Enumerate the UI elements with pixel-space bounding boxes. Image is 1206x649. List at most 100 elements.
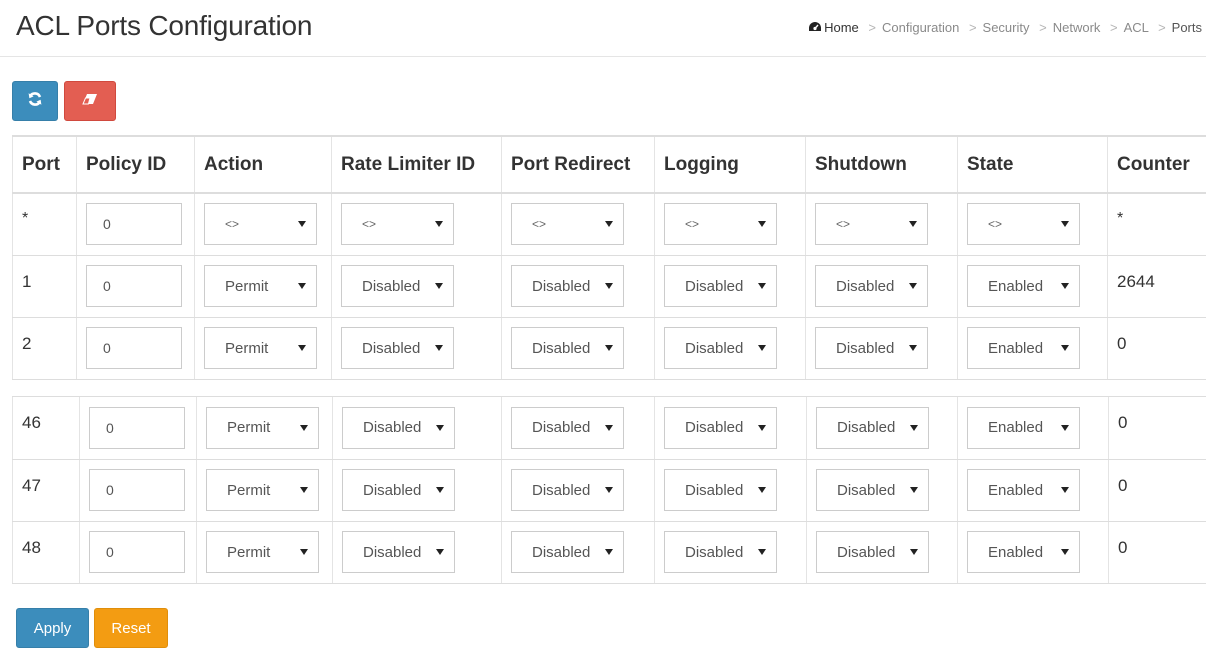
caret-down-icon: [758, 283, 766, 289]
select-value: Disabled: [363, 481, 422, 499]
column-header-rate-limiter-id: Rate Limiter ID: [331, 137, 502, 194]
shutdown-select[interactable]: Disabled: [815, 265, 928, 307]
select-value: Enabled: [988, 481, 1044, 499]
select-value: Disabled: [685, 481, 744, 499]
breadcrumb-separator: >: [968, 20, 977, 35]
policy-id-input[interactable]: 0: [89, 531, 185, 573]
select-value: Permit: [225, 277, 269, 295]
breadcrumb-network[interactable]: Network: [1053, 20, 1101, 35]
caret-down-icon: [1061, 221, 1069, 228]
port-redirect-select[interactable]: Disabled: [511, 469, 624, 511]
shutdown-select[interactable]: Disabled: [816, 531, 929, 573]
logging-select[interactable]: Disabled: [664, 327, 777, 369]
logging-select[interactable]: Disabled: [664, 531, 777, 573]
port-redirect-select[interactable]: <>: [511, 203, 624, 246]
action-select[interactable]: Permit: [204, 265, 317, 307]
column-header-action: Action: [194, 137, 332, 194]
action-select[interactable]: Permit: [206, 531, 319, 573]
table-header-row: Port Policy ID Action Rate Limiter ID Po…: [12, 137, 1206, 194]
state-select[interactable]: <>: [967, 203, 1080, 246]
acl-ports-table-continued: 46 0 Permit Disabled Disabled Disabled D…: [12, 396, 1206, 584]
column-header-counter: Counter: [1107, 137, 1206, 194]
breadcrumb-separator: >: [1158, 20, 1166, 35]
select-value: Disabled: [685, 339, 744, 357]
breadcrumb-configuration[interactable]: Configuration: [882, 20, 959, 35]
rate-limiter-select[interactable]: Disabled: [341, 327, 454, 369]
action-select[interactable]: <>: [204, 203, 317, 246]
counter-cell: 0: [1108, 459, 1206, 522]
caret-down-icon: [435, 283, 443, 289]
select-value: Disabled: [532, 277, 591, 295]
port-redirect-select[interactable]: Disabled: [511, 406, 624, 449]
logging-select[interactable]: Disabled: [664, 265, 777, 307]
caret-down-icon: [1061, 487, 1069, 493]
caret-down-icon: [909, 221, 917, 228]
action-select[interactable]: Permit: [206, 469, 319, 511]
caret-down-icon: [758, 549, 766, 555]
reset-button[interactable]: Reset: [94, 608, 168, 648]
acl-ports-table: Port Policy ID Action Rate Limiter ID Po…: [12, 135, 1206, 380]
select-value: <>: [988, 217, 1003, 232]
policy-id-input[interactable]: 0: [86, 265, 182, 307]
breadcrumb-separator: >: [1039, 20, 1047, 35]
rate-limiter-select[interactable]: Disabled: [342, 531, 455, 573]
dashboard-icon: [808, 21, 822, 36]
select-value: Permit: [227, 419, 271, 437]
breadcrumb-home[interactable]: Home: [824, 20, 859, 35]
select-value: Enabled: [988, 419, 1044, 437]
shutdown-select[interactable]: Disabled: [816, 469, 929, 511]
breadcrumb-separator: >: [868, 20, 876, 35]
counter-cell: 0: [1108, 521, 1206, 584]
state-select[interactable]: Enabled: [967, 265, 1080, 307]
caret-down-icon: [605, 487, 613, 493]
select-value: Disabled: [837, 543, 896, 561]
caret-down-icon: [758, 221, 766, 228]
breadcrumb: Home > Configuration > Security > Network >…: [808, 20, 1202, 36]
counter-cell: 0: [1108, 397, 1206, 460]
select-value: <>: [532, 217, 547, 232]
counter-cell: 2644: [1107, 255, 1206, 318]
table-row: 46 0 Permit Disabled Disabled Disabled D…: [12, 397, 1206, 460]
port-redirect-select[interactable]: Disabled: [511, 531, 624, 573]
breadcrumb-security[interactable]: Security: [983, 20, 1030, 35]
logging-select[interactable]: <>: [664, 203, 777, 246]
breadcrumb-acl[interactable]: ACL: [1124, 20, 1149, 35]
state-select[interactable]: Enabled: [967, 469, 1080, 511]
action-select[interactable]: Permit: [204, 327, 317, 369]
select-value: Disabled: [837, 481, 896, 499]
logging-select[interactable]: Disabled: [664, 406, 777, 449]
select-value: <>: [685, 217, 700, 232]
caret-down-icon: [436, 549, 444, 555]
select-value: <>: [225, 217, 240, 232]
rate-limiter-select[interactable]: <>: [341, 203, 454, 246]
refresh-button[interactable]: [12, 81, 58, 121]
policy-id-input[interactable]: 0: [86, 327, 182, 369]
caret-down-icon: [910, 424, 918, 431]
state-select[interactable]: Enabled: [967, 531, 1080, 573]
table-row: 48 0 Permit Disabled Disabled Disabled D…: [12, 521, 1206, 584]
counter-cell: 0: [1107, 317, 1206, 380]
rate-limiter-select[interactable]: Disabled: [342, 406, 455, 449]
state-select[interactable]: Enabled: [967, 327, 1080, 369]
caret-down-icon: [1061, 283, 1069, 289]
breadcrumb-separator: >: [1110, 20, 1118, 35]
port-cell: 46: [12, 397, 80, 460]
caret-down-icon: [909, 283, 917, 289]
clear-button[interactable]: [64, 81, 116, 121]
port-redirect-select[interactable]: Disabled: [511, 327, 624, 369]
logging-select[interactable]: Disabled: [664, 469, 777, 511]
shutdown-select[interactable]: Disabled: [815, 327, 928, 369]
port-redirect-select[interactable]: Disabled: [511, 265, 624, 307]
policy-id-input[interactable]: 0: [89, 406, 185, 449]
state-select[interactable]: Enabled: [967, 406, 1080, 449]
caret-down-icon: [758, 487, 766, 493]
policy-id-input[interactable]: 0: [89, 469, 185, 511]
action-select[interactable]: Permit: [206, 406, 319, 449]
apply-button[interactable]: Apply: [16, 608, 89, 648]
shutdown-select[interactable]: <>: [815, 203, 928, 246]
shutdown-select[interactable]: Disabled: [816, 406, 929, 449]
policy-id-input[interactable]: 0: [86, 203, 182, 246]
rate-limiter-select[interactable]: Disabled: [342, 469, 455, 511]
rate-limiter-select[interactable]: Disabled: [341, 265, 454, 307]
caret-down-icon: [758, 345, 766, 351]
